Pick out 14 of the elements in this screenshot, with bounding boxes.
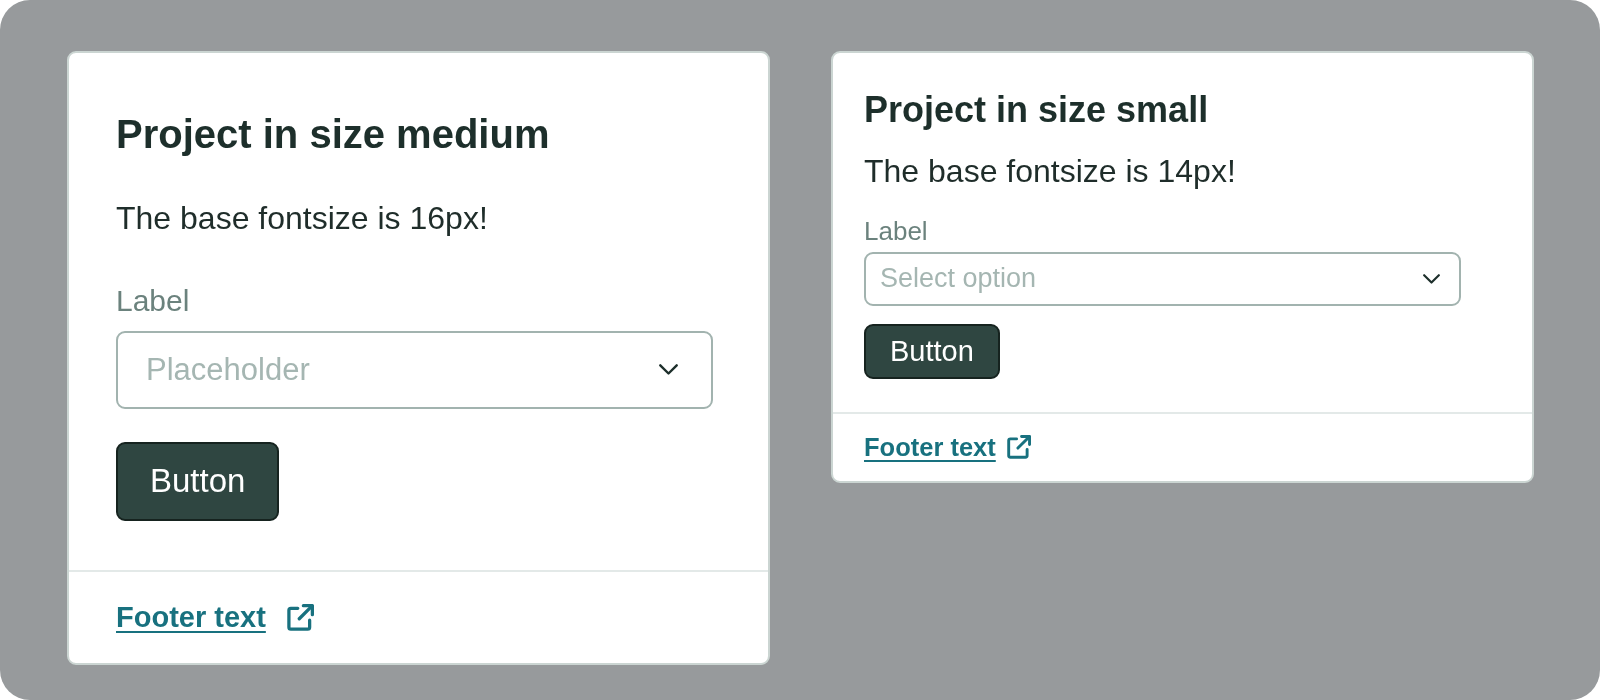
card-title: Project in size medium <box>116 111 550 158</box>
external-link-icon <box>286 603 314 631</box>
action-button[interactable]: Button <box>116 441 280 521</box>
footer-link[interactable]: Footer text <box>864 432 1031 462</box>
field-label: Label <box>864 215 928 248</box>
external-link-icon <box>1006 435 1031 460</box>
card-title: Project in size small <box>864 88 1209 132</box>
field-label: Label <box>116 282 190 319</box>
chevron-down-icon <box>659 364 678 376</box>
card-text: The base fontsize is 14px! <box>864 152 1236 192</box>
footer-link[interactable]: Footer text <box>116 600 314 634</box>
chevron-down-icon <box>1423 273 1440 284</box>
card-text: The base fontsize is 16px! <box>116 199 488 238</box>
action-button[interactable]: Button <box>864 323 1000 379</box>
